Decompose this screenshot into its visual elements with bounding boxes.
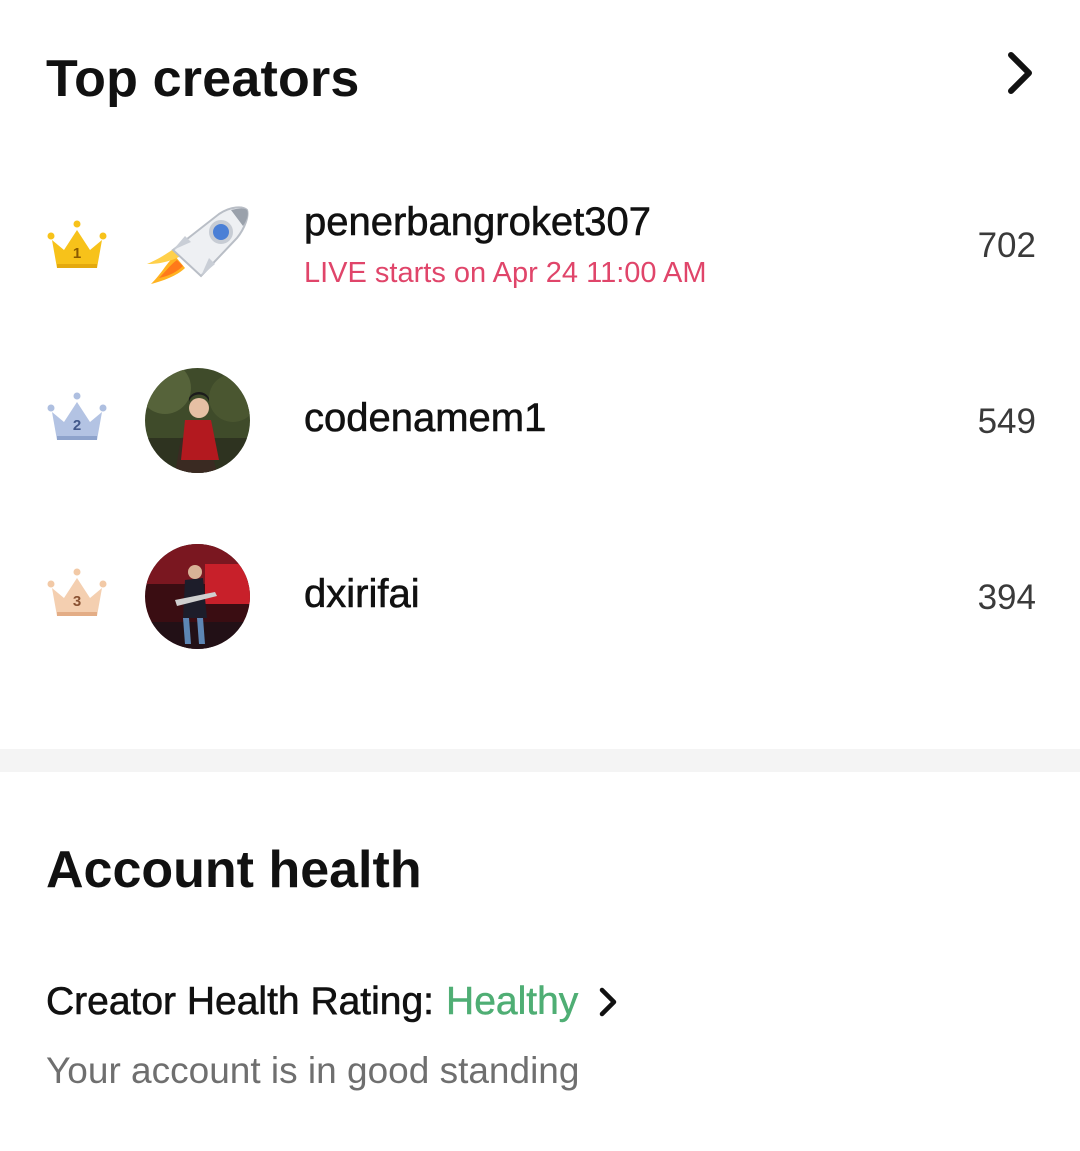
top-creators-header[interactable]: Top creators xyxy=(46,44,1040,114)
creator-name: dxirifai xyxy=(304,572,420,617)
chevron-right-icon[interactable] xyxy=(598,982,624,1022)
creator-row[interactable]: 1 penerbangroket307 LIVE starts on Apr 2… xyxy=(0,188,1080,308)
health-description: Your account is in good standing xyxy=(46,1050,580,1091)
creator-info: penerbangroket307 LIVE starts on Apr 24 … xyxy=(304,200,707,290)
creator-score: 702 xyxy=(977,226,1036,265)
top-creators-title: Top creators xyxy=(46,50,360,108)
live-schedule-text: LIVE starts on Apr 24 11:00 AM xyxy=(304,257,707,289)
rating-label: Creator Health Rating: xyxy=(46,980,435,1024)
rank-number: 1 xyxy=(73,245,81,262)
silver-crown-icon: 2 xyxy=(44,392,110,444)
creator-score: 549 xyxy=(977,402,1036,441)
creator-score: 394 xyxy=(977,578,1036,617)
health-rating-link[interactable]: Creator Health Rating: Healthy xyxy=(46,976,624,1028)
bronze-crown-icon: 3 xyxy=(44,568,110,620)
creator-name: codenamem1 xyxy=(304,396,547,441)
creator-row[interactable]: 2 codenamem1 549 xyxy=(0,366,1080,486)
creator-name: penerbangroket307 xyxy=(304,200,652,245)
rocket-icon[interactable] xyxy=(145,202,250,307)
account-health-title: Account health xyxy=(46,841,422,899)
creator-row[interactable]: 3 dxirifai 394 xyxy=(0,542,1080,662)
rank-number: 2 xyxy=(73,417,81,434)
rank-number: 3 xyxy=(73,593,81,610)
creator-info: codenamem1 xyxy=(304,396,547,441)
avatar[interactable] xyxy=(145,368,250,473)
page: Top creators 1 penerbangroket307 LIVE st… xyxy=(0,0,1080,1151)
avatar[interactable] xyxy=(145,544,250,649)
gold-crown-icon: 1 xyxy=(44,220,110,272)
creator-info: dxirifai xyxy=(304,572,420,617)
chevron-right-icon[interactable] xyxy=(1000,49,1040,97)
section-divider xyxy=(0,749,1080,772)
rating-value: Healthy xyxy=(446,980,579,1024)
